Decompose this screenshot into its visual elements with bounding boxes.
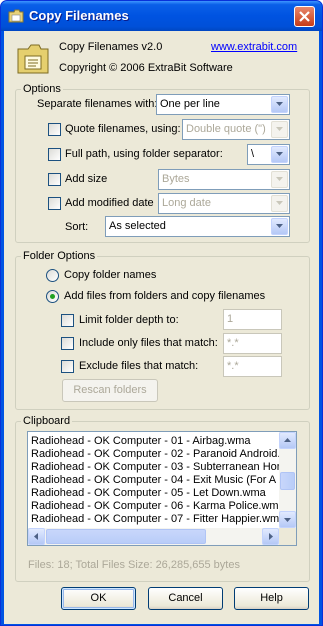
window-title: Copy Filenames bbox=[29, 8, 129, 23]
vertical-scroll-thumb[interactable] bbox=[280, 472, 295, 490]
quote-select[interactable]: Double quote (") bbox=[182, 119, 290, 140]
app-folder-icon bbox=[17, 44, 49, 74]
separate-select-value: One per line bbox=[160, 98, 220, 110]
separate-label: Separate filenames with: bbox=[37, 98, 158, 110]
chevron-up-icon bbox=[284, 438, 291, 442]
sort-label: Sort: bbox=[65, 221, 89, 233]
chevron-left-icon bbox=[34, 533, 38, 540]
folder-icon bbox=[8, 9, 24, 23]
list-item: Radiohead - OK Computer - 03 - Subterran… bbox=[31, 461, 296, 473]
chevron-down-icon[interactable] bbox=[271, 96, 288, 113]
close-icon bbox=[299, 11, 310, 22]
dialog-body: Copy Filenames v2.0 www.extrabit.com Cop… bbox=[4, 31, 319, 624]
folder-options-legend: Folder Options bbox=[23, 250, 96, 262]
limit-depth-input[interactable]: 1 bbox=[223, 309, 282, 330]
include-label: Include only files that match: bbox=[79, 337, 218, 349]
limit-depth-value: 1 bbox=[227, 313, 234, 325]
modified-select-value: Long date bbox=[162, 197, 211, 209]
chevron-down-icon[interactable] bbox=[271, 195, 288, 212]
sort-select-value: As selected bbox=[109, 220, 166, 232]
limit-depth-checkbox[interactable] bbox=[61, 314, 74, 327]
copy-folder-names-radio[interactable] bbox=[46, 269, 59, 282]
scroll-corner bbox=[279, 528, 296, 545]
close-button[interactable] bbox=[294, 6, 315, 27]
separator-select-value: \ bbox=[251, 148, 255, 160]
ok-button[interactable]: OK bbox=[61, 587, 136, 610]
title-bar[interactable]: Copy Filenames bbox=[1, 1, 322, 31]
modified-label: Add modified date bbox=[65, 197, 154, 209]
dialog-window: Copy Filenames Copy Filenames v2.0 www.e… bbox=[0, 0, 323, 626]
website-link[interactable]: www.extrabit.com bbox=[211, 41, 297, 53]
limit-depth-label: Limit folder depth to: bbox=[79, 314, 179, 326]
app-version: Copy Filenames v2.0 bbox=[59, 41, 163, 53]
add-files-label: Add files from folders and copy filename… bbox=[64, 290, 266, 302]
exclude-value: *.* bbox=[227, 360, 239, 372]
scroll-left-button[interactable] bbox=[28, 528, 45, 545]
copy-folder-names-label: Copy folder names bbox=[64, 269, 157, 281]
include-input[interactable]: *.* bbox=[223, 333, 282, 354]
quote-select-value: Double quote (") bbox=[186, 123, 266, 135]
list-item: Radiohead - OK Computer - 04 - Exit Musi… bbox=[31, 474, 296, 486]
vertical-scrollbar[interactable] bbox=[279, 432, 296, 528]
clipboard-status: Files: 18; Total Files Size: 26,285,655 … bbox=[28, 559, 240, 571]
folder-options-group: Folder Options bbox=[15, 250, 310, 410]
scroll-right-button[interactable] bbox=[262, 528, 279, 545]
clipboard-legend: Clipboard bbox=[23, 415, 71, 427]
help-button[interactable]: Help bbox=[234, 587, 309, 610]
exclude-label: Exclude files that match: bbox=[79, 360, 199, 372]
chevron-down-icon[interactable] bbox=[271, 146, 288, 163]
chevron-down-icon bbox=[284, 518, 291, 522]
scroll-up-button[interactable] bbox=[279, 432, 296, 449]
options-legend: Options bbox=[23, 83, 61, 95]
size-checkbox[interactable] bbox=[48, 173, 61, 186]
cancel-button[interactable]: Cancel bbox=[148, 587, 223, 610]
modified-checkbox[interactable] bbox=[48, 197, 61, 210]
size-label: Add size bbox=[65, 173, 108, 185]
list-item: Radiohead - OK Computer - 05 - Let Down.… bbox=[31, 487, 266, 499]
add-files-radio[interactable] bbox=[46, 290, 59, 303]
copyright-text: Copyright © 2006 ExtraBit Software bbox=[59, 62, 233, 74]
include-checkbox[interactable] bbox=[61, 337, 74, 350]
size-select-value: Bytes bbox=[162, 173, 190, 185]
exclude-input[interactable]: *.* bbox=[223, 356, 282, 377]
chevron-down-icon[interactable] bbox=[271, 218, 288, 235]
modified-select[interactable]: Long date bbox=[158, 193, 290, 214]
rescan-folders-button[interactable]: Rescan folders bbox=[62, 379, 158, 402]
list-item: Radiohead - OK Computer - 01 - Airbag.wm… bbox=[31, 435, 251, 447]
chevron-down-icon[interactable] bbox=[271, 121, 288, 138]
list-item: Radiohead - OK Computer - 07 - Fitter Ha… bbox=[31, 513, 286, 525]
list-item: Radiohead - OK Computer - 06 - Karma Pol… bbox=[31, 500, 285, 512]
include-value: *.* bbox=[227, 337, 239, 349]
separator-select[interactable]: \ bbox=[247, 144, 290, 165]
horizontal-scroll-thumb[interactable] bbox=[46, 529, 206, 544]
separate-select[interactable]: One per line bbox=[156, 94, 290, 115]
list-item: Radiohead - OK Computer - 02 - Paranoid … bbox=[31, 448, 297, 460]
chevron-down-icon[interactable] bbox=[271, 171, 288, 188]
exclude-checkbox[interactable] bbox=[61, 360, 74, 373]
quote-checkbox[interactable] bbox=[48, 123, 61, 136]
size-select[interactable]: Bytes bbox=[158, 169, 290, 190]
quote-label: Quote filenames, using: bbox=[65, 123, 181, 135]
fullpath-checkbox[interactable] bbox=[48, 148, 61, 161]
clipboard-listbox[interactable]: Radiohead - OK Computer - 01 - Airbag.wm… bbox=[27, 431, 297, 546]
scroll-down-button[interactable] bbox=[279, 511, 296, 528]
fullpath-label: Full path, using folder separator: bbox=[65, 148, 223, 160]
chevron-right-icon bbox=[269, 533, 273, 540]
sort-select[interactable]: As selected bbox=[105, 216, 290, 237]
horizontal-scrollbar[interactable] bbox=[28, 528, 279, 545]
